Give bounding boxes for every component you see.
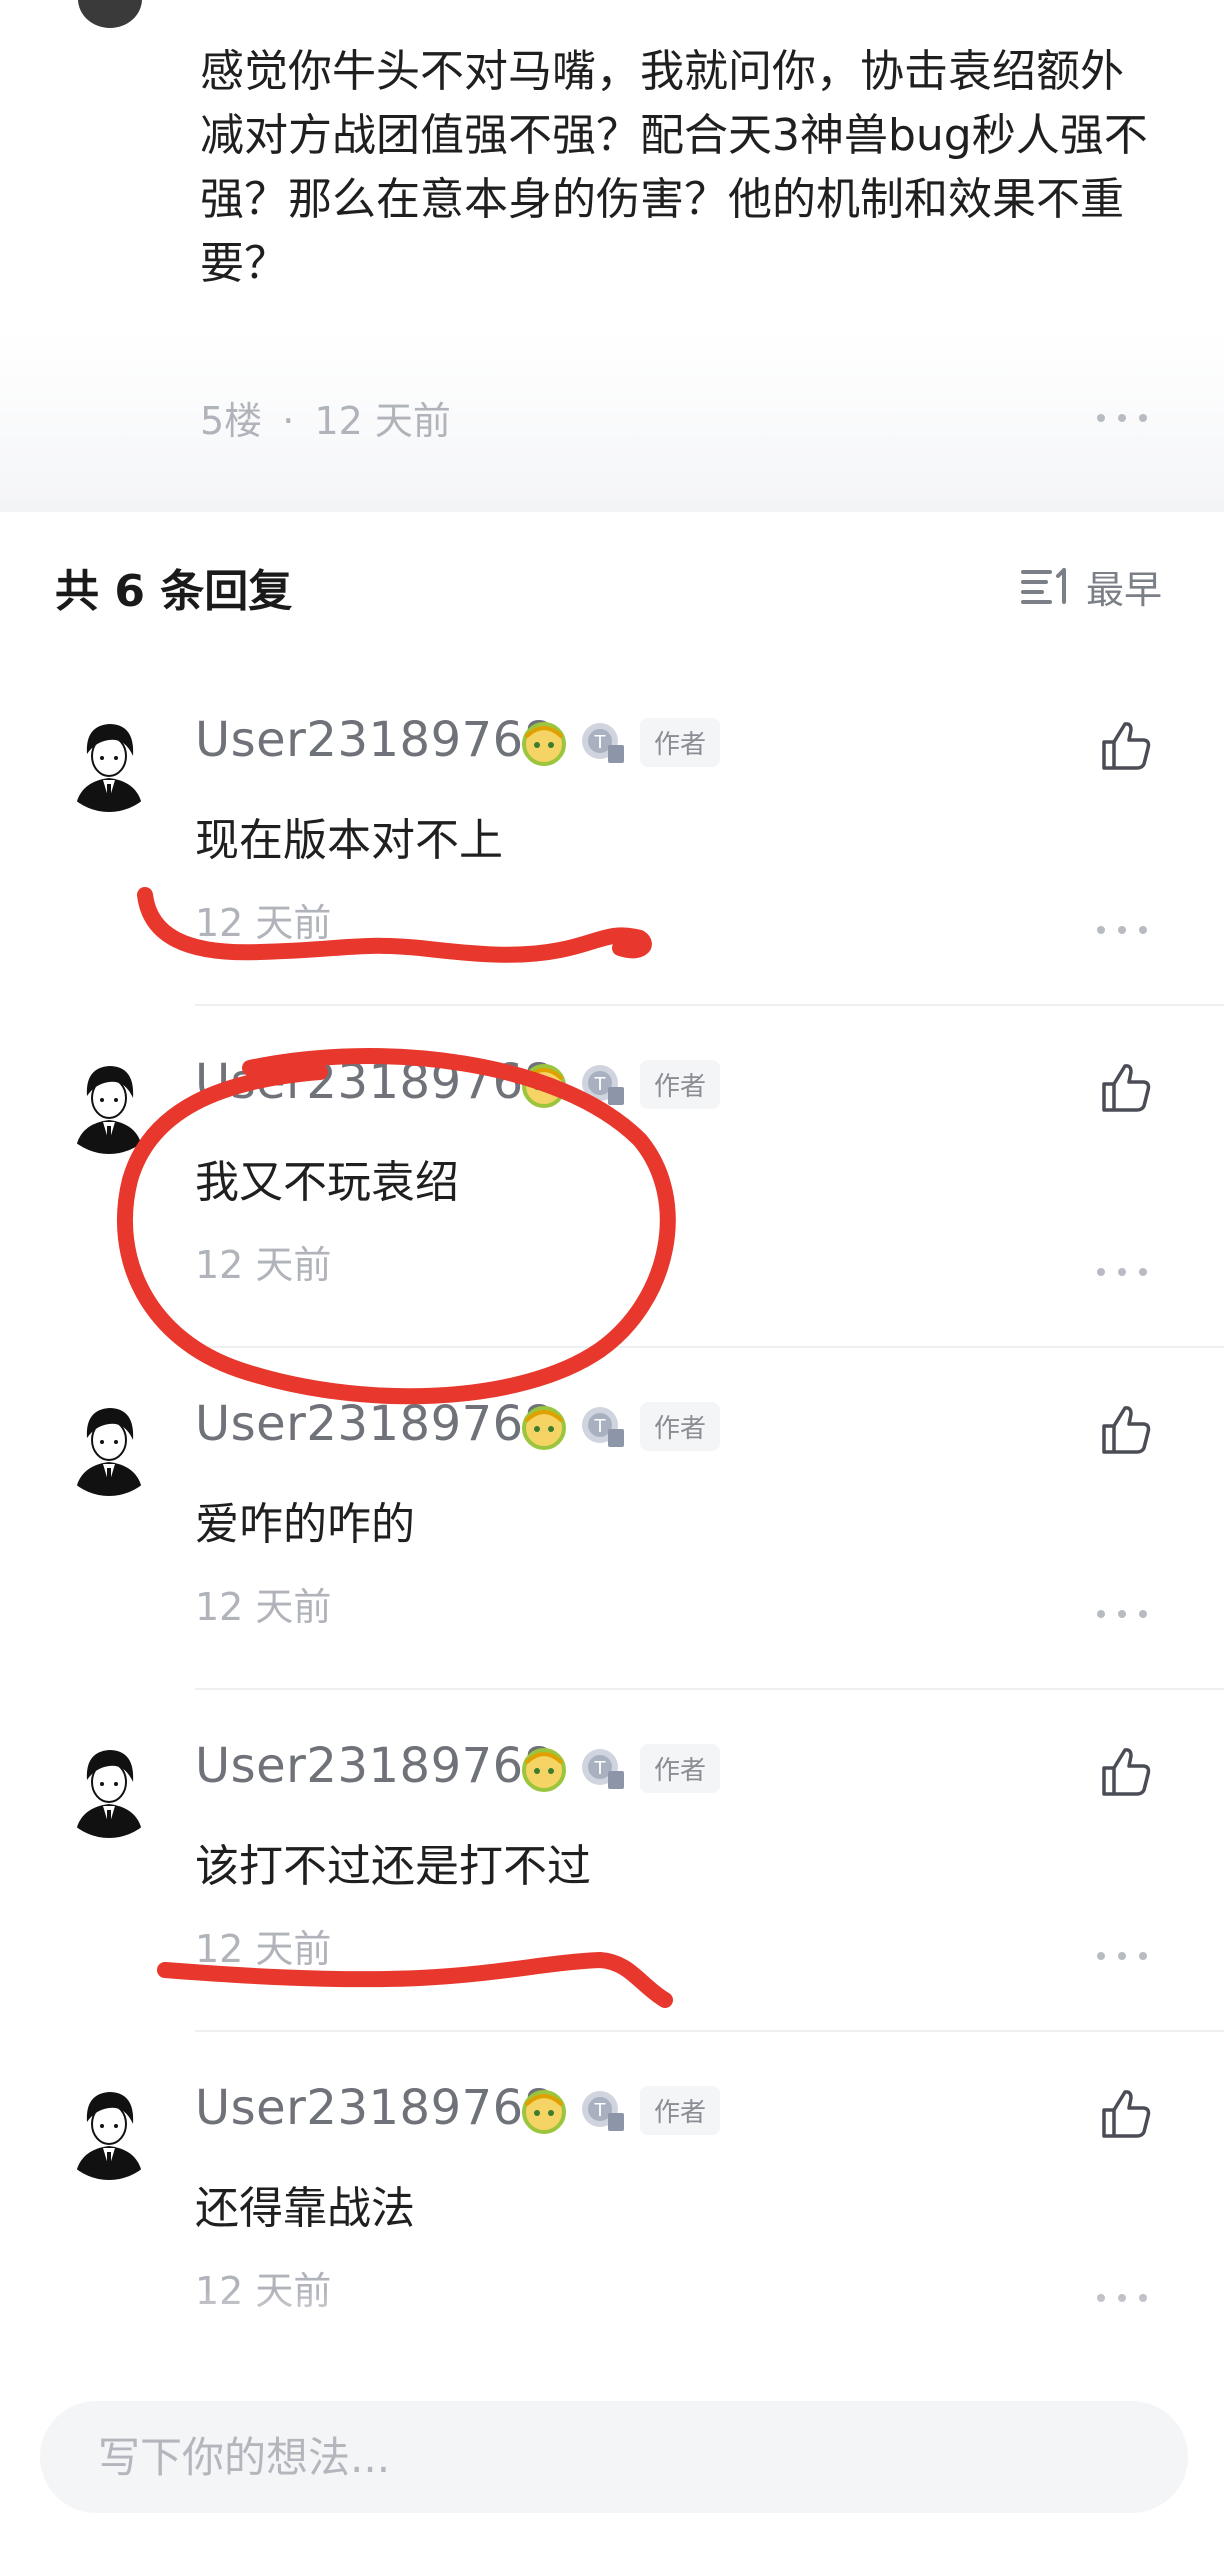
reply-text: 现在版本对不上 <box>195 815 503 866</box>
svg-text:T: T <box>594 1416 607 1437</box>
level-badge-icon: T <box>582 2091 624 2131</box>
level-badge-icon: T <box>582 723 624 763</box>
reply-text: 该打不过还是打不过 <box>195 1841 591 1892</box>
reply-item: User23189768 T 作者 该打不过还是打不过 12 天前 <box>0 1690 1224 2032</box>
reply-username[interactable]: User23189768 <box>195 1396 555 1452</box>
avatar-image <box>55 1046 163 1154</box>
avatar-badge-icon <box>522 722 566 766</box>
level-badge-icon: T <box>582 1065 624 1105</box>
sort-list-icon <box>1021 568 1066 604</box>
reply-item: User23189768 T 作者 爱咋的咋的 12 天前 <box>0 1348 1224 1690</box>
avatar-badge-icon <box>522 1406 566 1450</box>
avatar-badge-icon <box>522 1748 566 1792</box>
parent-comment-meta: 5楼 · 12 天前 <box>200 390 451 445</box>
avatar-image <box>55 1730 163 1838</box>
avatar-image <box>55 704 163 812</box>
user-badges: T 作者 <box>518 1392 721 1460</box>
thumbs-up-icon[interactable] <box>1098 718 1154 774</box>
section-divider <box>0 500 1224 512</box>
reply-text: 爱咋的咋的 <box>195 1499 415 1550</box>
author-tag: 作者 <box>640 1059 721 1109</box>
user-avatar[interactable] <box>55 704 163 812</box>
user-avatar[interactable] <box>55 1730 163 1838</box>
more-dots-icon[interactable] <box>1097 1948 1147 1964</box>
thumbs-up-icon[interactable] <box>1098 1402 1154 1458</box>
reply-time: 12 天前 <box>195 1585 332 1629</box>
more-dots-icon[interactable] <box>1097 922 1147 938</box>
reply-time: 12 天前 <box>195 1243 332 1287</box>
reply-text: 还得靠战法 <box>195 2183 415 2234</box>
reply-time: 12 天前 <box>195 1927 332 1971</box>
more-dots-icon[interactable] <box>1097 1264 1147 1280</box>
parent-avatar[interactable] <box>78 0 142 28</box>
level-badge-icon: T <box>582 1407 624 1447</box>
avatar-badge-icon <box>522 2090 566 2134</box>
avatar-image <box>55 1388 163 1496</box>
parent-comment: 感觉你牛头不对马嘴，我就问你，协击袁绍额外减对方战团值强不强？配合天3神兽bug… <box>0 0 1224 500</box>
thumbs-up-icon[interactable] <box>1098 1060 1154 1116</box>
thumbs-up-icon[interactable] <box>1098 2086 1154 2142</box>
meta-separator: · <box>282 399 295 443</box>
more-dots-icon[interactable] <box>1097 1606 1147 1622</box>
user-badges: T 作者 <box>518 1050 721 1118</box>
svg-text:T: T <box>594 732 607 753</box>
user-avatar[interactable] <box>55 1388 163 1496</box>
replies-count-title: 共 6 条回复 <box>55 566 293 617</box>
level-badge-icon: T <box>582 1749 624 1789</box>
reply-username[interactable]: User23189768 <box>195 712 555 768</box>
svg-text:T: T <box>594 2100 607 2121</box>
comment-composer-bar <box>0 2355 1224 2554</box>
more-dots-icon[interactable] <box>1097 410 1147 426</box>
reply-username[interactable]: User23189768 <box>195 2080 555 2136</box>
avatar-badge-icon <box>522 1064 566 1108</box>
reply-time: 12 天前 <box>195 901 332 945</box>
author-tag: 作者 <box>640 1743 721 1793</box>
reply-item: User23189768 T 作者 现在版本对不上 12 天前 <box>0 664 1224 1006</box>
comment-input[interactable] <box>40 2401 1188 2513</box>
bottom-fade <box>0 2290 1224 2360</box>
reply-username[interactable]: User23189768 <box>195 1054 555 1110</box>
parent-comment-text: 感觉你牛头不对马嘴，我就问你，协击袁绍额外减对方战团值强不强？配合天3神兽bug… <box>200 46 1148 289</box>
author-tag: 作者 <box>640 1401 721 1451</box>
thumbs-up-icon[interactable] <box>1098 1744 1154 1800</box>
reply-item: User23189768 T 作者 我又不玩袁绍 12 天前 <box>0 1006 1224 1348</box>
author-tag: 作者 <box>640 2085 721 2135</box>
user-avatar[interactable] <box>55 2072 163 2180</box>
reply-username[interactable]: User23189768 <box>195 1738 555 1794</box>
reply-text: 我又不玩袁绍 <box>195 1157 459 1208</box>
avatar-image <box>55 2072 163 2180</box>
sort-order-button[interactable]: 最早 <box>1020 558 1162 614</box>
user-badges: T 作者 <box>518 2076 721 2144</box>
user-badges: T 作者 <box>518 708 721 776</box>
user-badges: T 作者 <box>518 1734 721 1802</box>
svg-text:T: T <box>594 1074 607 1095</box>
svg-text:T: T <box>594 1758 607 1779</box>
author-tag: 作者 <box>640 717 721 767</box>
user-avatar[interactable] <box>55 1046 163 1154</box>
floor-number: 5楼 <box>200 399 263 443</box>
sort-order-label: 最早 <box>1086 567 1163 612</box>
parent-comment-time: 12 天前 <box>314 399 451 443</box>
